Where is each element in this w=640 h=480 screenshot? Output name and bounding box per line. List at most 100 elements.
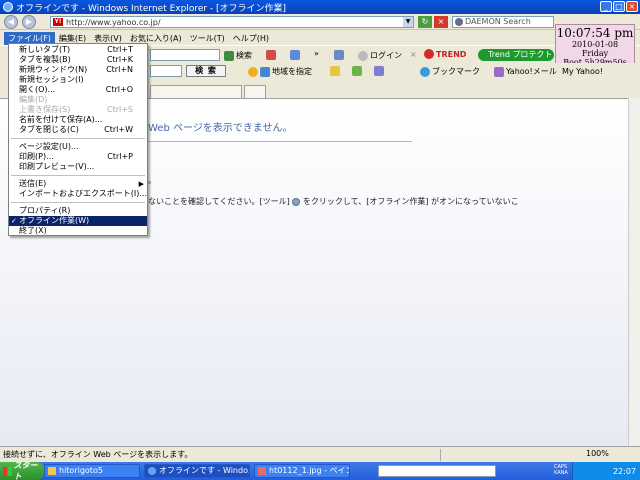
status-zone [440,449,580,461]
menu-item-new-window[interactable]: 新規ウィンドウ(N) Ctrl+N [9,65,147,75]
trend-icon [424,49,434,59]
address-url: http://www.yahoo.co.jp/ [66,17,161,27]
stop-icon[interactable]: × [434,16,448,28]
menu-item-save: 上書き保存(S) Ctrl+S [19,105,133,114]
highlight-button[interactable] [330,66,340,76]
menu-separator [11,175,145,176]
task-paint[interactable]: ht0112_1.jpg - ペイント [254,464,350,478]
window-title: オフラインです - Windows Internet Explorer - [オ… [16,3,287,14]
trend-protect-button[interactable]: Trend プロテクト™ [478,49,560,61]
yahoo-search-box[interactable] [150,65,182,77]
task-hitorigoto5[interactable]: hitorigoto5 [44,464,140,478]
maximize-button[interactable]: □ [613,1,625,12]
map-pin-icon [248,66,258,77]
refresh-icon[interactable]: ↻ [418,16,432,28]
menu-item-properties[interactable]: プロパティ(R) [9,206,147,216]
forward-button[interactable]: ▶ [22,15,36,29]
toolbar-puzzle-btn[interactable] [290,50,300,60]
clock-date: 2010-01-08 [571,40,619,49]
error-mid-text: 。 [148,176,156,185]
clock-time: 10:07:54 pm [556,26,634,40]
toolbar-more-btn[interactable]: » [314,49,319,58]
search-placeholder: DAEMON Search [465,17,531,26]
menu-item-work-offline[interactable]: ✓ オフライン作業(W) [9,216,147,226]
folder-icon [48,467,56,475]
menu-item-new-tab[interactable]: 新しいタブ(T) Ctrl+T [9,45,147,55]
bookmark-icon [420,66,430,77]
menu-item-close-tab[interactable]: タブを閉じる(C) Ctrl+W [9,125,147,135]
file-menu-dropdown: 新しいタブ(T) Ctrl+T タブを複製(B) Ctrl+K 新規ウィンドウ(N)… [8,43,148,236]
task-ie-offline[interactable]: オフラインです - Windo... [144,464,250,478]
mail-icon [494,66,504,77]
menu-separator [11,202,145,203]
login-button[interactable]: ログイン [358,50,402,61]
menu-item-new-session[interactable]: 新規セッション(I) [9,75,147,85]
heading-divider [148,141,412,142]
address-input[interactable]: Y! http://www.yahoo.co.jp/ ▼ [50,16,414,28]
address-bar-row: ◀ ▶ Y! http://www.yahoo.co.jp/ ▼ ↻ × DAE… [0,14,640,30]
toolbar-close-icon[interactable]: × [410,50,417,59]
taskbar-search-box[interactable] [378,465,496,477]
back-button[interactable]: ◀ [4,15,18,29]
window-controls: _ □ × [600,1,638,12]
toolbar-search-box[interactable] [150,49,220,61]
map-region-button[interactable]: 地域を指定 [248,66,312,77]
error-body-text-2: をクリックして、[オフライン作業] がオンになっていないこ [302,197,519,206]
my-yahoo-button[interactable]: My Yahoo! [562,67,603,76]
yahoo-search-button[interactable]: 検 索 [186,65,226,77]
menu-item-print[interactable]: 印刷(P)... Ctrl+P [9,152,147,162]
address-dropdown-icon[interactable]: ▼ [403,17,413,27]
pen-icon [330,66,340,76]
menu-item-save-as[interactable]: 名前を付けて保存(A)... [9,115,147,125]
menu-item-duplicate-tab[interactable]: タブを複製(B) Ctrl+K [9,55,147,65]
yahoo-mail-button[interactable]: Yahoo!メール [494,66,557,77]
wrench-icon [334,50,344,60]
zoom-level[interactable]: 100% [586,449,609,458]
ie-icon [148,467,156,475]
menu-item-send[interactable]: 送信(E) ▶ [9,179,147,189]
search-icon [224,50,234,61]
start-button[interactable]: スタート [0,461,44,480]
title-bar: オフラインです - Windows Internet Explorer - [オ… [0,0,640,14]
error-body-text: ないことを確認してください。[ツール] [148,197,290,206]
menu-tools[interactable]: ツール(T) [186,32,229,45]
toolbar-search[interactable]: 検索 [224,50,252,61]
menu-item-open[interactable]: 開く(O)... Ctrl+O [9,85,147,95]
search-tool-button[interactable] [374,66,384,76]
windows-logo-icon [3,466,12,476]
submenu-arrow-icon: ▶ [138,180,144,188]
caps-kana-indicator: CAPS KANA [554,464,568,476]
tab-current[interactable] [150,85,242,98]
trend-logo: TREND [424,49,466,59]
clock-day: Friday [581,49,609,58]
status-bar: 接続せずに、オフライン Web ページを表示します。 100% [0,446,640,462]
paint-icon [258,467,266,475]
menu-help[interactable]: ヘルプ(H) [229,32,273,45]
system-tray: 22:07 [572,462,640,480]
error-body: ないことを確認してください。[ツール] をクリックして、[オフライン作業] がオ… [148,196,519,207]
magnifier-icon [374,66,384,76]
new-tab-button[interactable] [244,85,266,98]
check-icon [352,66,362,76]
menu-item-print-preview[interactable]: 印刷プレビュー(V)... [9,162,147,172]
status-text: 接続せずに、オフライン Web ページを表示します。 [3,450,193,459]
check-button[interactable] [352,66,362,76]
yahoo-favicon-icon: Y! [53,18,63,26]
toolbar-bookmark-icon-btn[interactable] [266,50,276,60]
menu-separator [11,138,145,139]
menu-item-page-setup[interactable]: ページ設定(U)... [9,142,147,152]
menu-item-exit[interactable]: 終了(X) [9,226,147,236]
menu-item-import-export[interactable]: インポートおよびエクスポート(I)... [9,189,147,199]
search-input[interactable]: DAEMON Search [452,16,554,28]
gear-icon [292,197,301,206]
tray-clock[interactable]: 22:07 [613,467,636,476]
error-heading: Web ページを表示できません。 [148,123,293,134]
daemon-search-icon [455,18,463,26]
close-button[interactable]: × [626,1,638,12]
minimize-button[interactable]: _ [600,1,612,12]
toolbar-wrench-btn[interactable] [334,50,344,60]
bookmark-button[interactable]: ブックマーク [420,66,480,77]
user-icon [358,50,368,61]
vertical-scrollbar[interactable] [628,98,640,446]
check-mark-icon: ✓ [11,217,17,225]
